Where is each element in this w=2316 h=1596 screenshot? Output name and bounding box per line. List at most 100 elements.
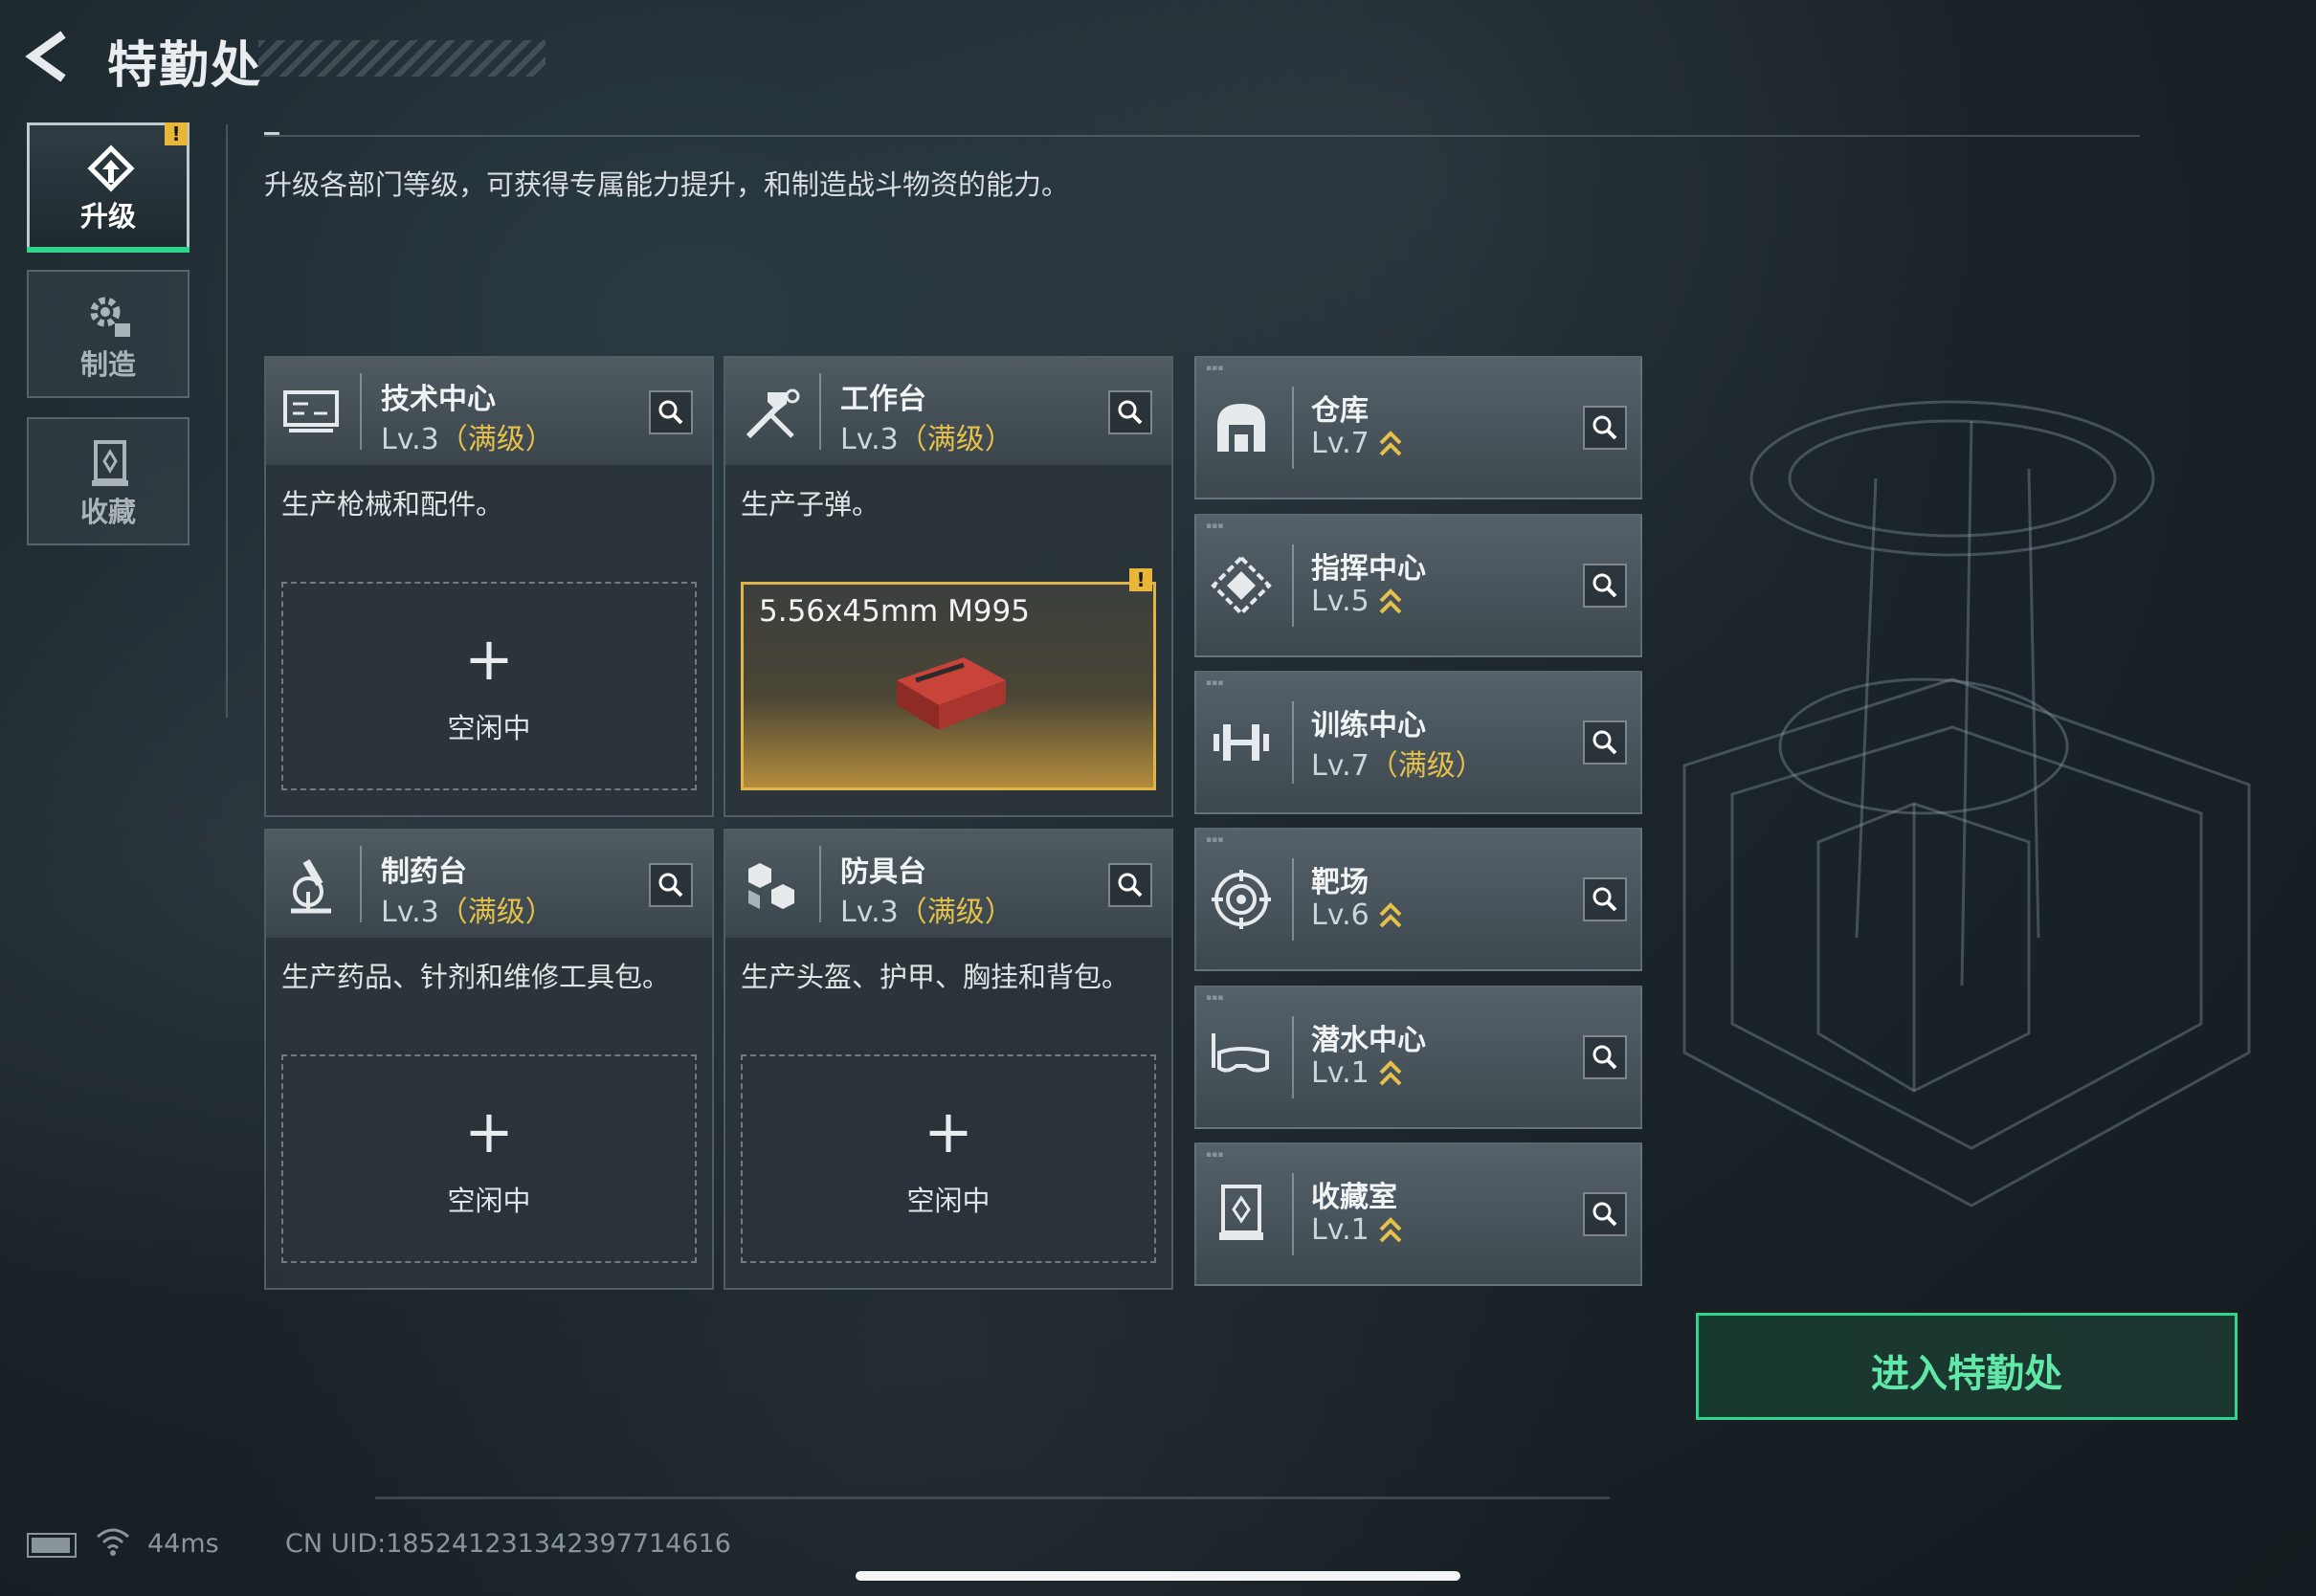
inspect-button[interactable] (1108, 390, 1152, 434)
diving-mask-icon (1212, 1033, 1269, 1073)
corner-mark: ▪▪▪ (1206, 364, 1224, 373)
station-level: Lv.3（满级） (840, 888, 1013, 930)
warehouse-icon (1217, 404, 1265, 452)
building-name: 收藏室 (1311, 1181, 1397, 1214)
card-header: 防具台 Lv.3（满级） (725, 831, 1171, 938)
station-name: 技术中心 (381, 383, 496, 416)
inspect-button[interactable] (1583, 406, 1627, 450)
building-level: Lv.7 (1311, 427, 1402, 462)
building-level: Lv.6 (1311, 898, 1402, 934)
level-value: Lv.3 (840, 423, 899, 456)
building-name: 仓库 (1311, 394, 1369, 428)
inspect-button[interactable] (1583, 1035, 1627, 1079)
station-card-tech-center[interactable]: 技术中心 Lv.3（满级） 生产枪械和配件。 + 空闲中 (264, 356, 714, 817)
enter-button-label: 进入特勤处 (1871, 1352, 2062, 1396)
max-level-tag: （满级） (898, 896, 1013, 929)
level-value: Lv.7 (1311, 749, 1370, 783)
crafting-item-name: 5.56x45mm M995 (759, 594, 1030, 629)
upgrade-available-icon (1379, 901, 1402, 927)
tab-craft[interactable]: 制造 (27, 270, 189, 398)
inspect-button[interactable] (649, 390, 693, 434)
empty-craft-slot[interactable]: + 空闲中 (281, 1054, 697, 1263)
craft-complete-alert-badge: ! (1129, 568, 1152, 591)
station-level: Lv.3（满级） (381, 888, 554, 930)
tab-collection-label: 收藏 (79, 496, 136, 528)
footer-track-line (375, 1496, 1610, 1499)
building-name: 靶场 (1311, 866, 1369, 899)
search-icon (1592, 1045, 1617, 1070)
empty-craft-slot[interactable]: + 空闲中 (281, 582, 697, 790)
trophy-case-icon (92, 440, 128, 486)
station-description: 生产药品、针剂和维修工具包。 (281, 961, 671, 993)
building-name: 潜水中心 (1311, 1024, 1426, 1057)
station-level: Lv.3（满级） (840, 415, 1013, 457)
building-level: Lv.7（满级） (1311, 742, 1484, 784)
search-icon (1592, 887, 1617, 912)
title-decoration (258, 40, 546, 77)
inspect-button[interactable] (1583, 564, 1627, 608)
inspect-button[interactable] (1108, 863, 1152, 907)
max-level-tag: （满级） (438, 896, 554, 929)
upgrade-available-icon (1379, 1059, 1402, 1085)
card-header: 工作台 Lv.3（满级） (725, 358, 1171, 465)
side-divider (226, 124, 228, 718)
empty-craft-slot[interactable]: + 空闲中 (741, 1054, 1156, 1263)
upgrade-available-icon (1379, 1216, 1402, 1242)
header-separator (1292, 701, 1294, 784)
header-separator (360, 846, 362, 922)
inspect-button[interactable] (1583, 1192, 1627, 1236)
add-icon: + (924, 1097, 973, 1166)
station-card-workbench[interactable]: 工作台 Lv.3（满级） 生产子弹。 5.56x45mm M995 ! (724, 356, 1173, 817)
facility-wireframe-art (1682, 400, 2251, 1208)
level-value: Lv.3 (840, 896, 899, 929)
inspect-button[interactable] (649, 863, 693, 907)
station-card-armor-bench[interactable]: 防具台 Lv.3（满级） 生产头盔、护甲、胸挂和背包。 + 空闲中 (724, 829, 1173, 1290)
crafting-item-slot[interactable]: 5.56x45mm M995 (741, 582, 1156, 790)
wifi-icon (97, 1528, 129, 1556)
hammer-wrench-icon (746, 388, 800, 439)
boxes-icon (748, 863, 794, 909)
building-diving-center[interactable]: ▪▪▪ 潜水中心 Lv.1 (1194, 986, 1642, 1129)
target-icon (1212, 870, 1271, 929)
enter-special-ops-button[interactable]: 进入特勤处 (1696, 1313, 2238, 1420)
building-level: Lv.5 (1311, 585, 1402, 620)
building-warehouse[interactable]: ▪▪▪ 仓库 Lv.7 (1194, 356, 1642, 499)
back-arrow-icon[interactable] (21, 27, 80, 86)
level-value: Lv.6 (1311, 898, 1370, 932)
building-name: 指挥中心 (1311, 552, 1426, 586)
header-separator (1292, 858, 1294, 941)
building-shooting-range[interactable]: ▪▪▪ 靶场 Lv.6 (1194, 828, 1642, 971)
home-indicator[interactable] (856, 1571, 1460, 1581)
building-level: Lv.1 (1311, 1056, 1402, 1092)
tab-collection[interactable]: 收藏 (27, 417, 189, 545)
slot-status: 空闲中 (447, 1185, 531, 1217)
inspect-button[interactable] (1583, 877, 1627, 921)
add-icon: + (464, 624, 514, 694)
upgrade-alert-badge: ! (165, 122, 188, 145)
building-command-center[interactable]: ▪▪▪ 指挥中心 Lv.5 (1194, 514, 1642, 657)
dumbbell-icon (1214, 724, 1269, 761)
ping-readout: 44ms (147, 1529, 219, 1559)
station-name: 制药台 (381, 855, 467, 889)
card-header: 制药台 Lv.3（满级） (266, 831, 712, 938)
building-collection-room[interactable]: ▪▪▪ 收藏室 Lv.1 (1194, 1142, 1642, 1286)
divider-mark (264, 132, 279, 135)
level-value: Lv.7 (1311, 427, 1370, 460)
battery-icon (27, 1533, 77, 1558)
computer-icon (283, 390, 339, 432)
tab-craft-label: 制造 (79, 348, 136, 381)
gears-icon (90, 297, 130, 337)
station-level: Lv.3（满级） (381, 415, 554, 457)
header-separator (1292, 1173, 1294, 1255)
upgrade-available-icon (1379, 430, 1402, 455)
max-level-tag: （满级） (1369, 749, 1484, 783)
station-card-pharmacy[interactable]: 制药台 Lv.3（满级） 生产药品、针剂和维修工具包。 + 空闲中 (264, 829, 714, 1290)
corner-mark: ▪▪▪ (1206, 678, 1224, 688)
header-separator (819, 846, 821, 922)
station-name: 防具台 (840, 855, 926, 889)
search-icon (1592, 730, 1617, 755)
building-training-center[interactable]: ▪▪▪ 训练中心 Lv.7（满级） (1194, 671, 1642, 814)
tab-upgrade-label: 升级 (79, 200, 136, 233)
search-icon (658, 400, 683, 425)
inspect-button[interactable] (1583, 720, 1627, 765)
